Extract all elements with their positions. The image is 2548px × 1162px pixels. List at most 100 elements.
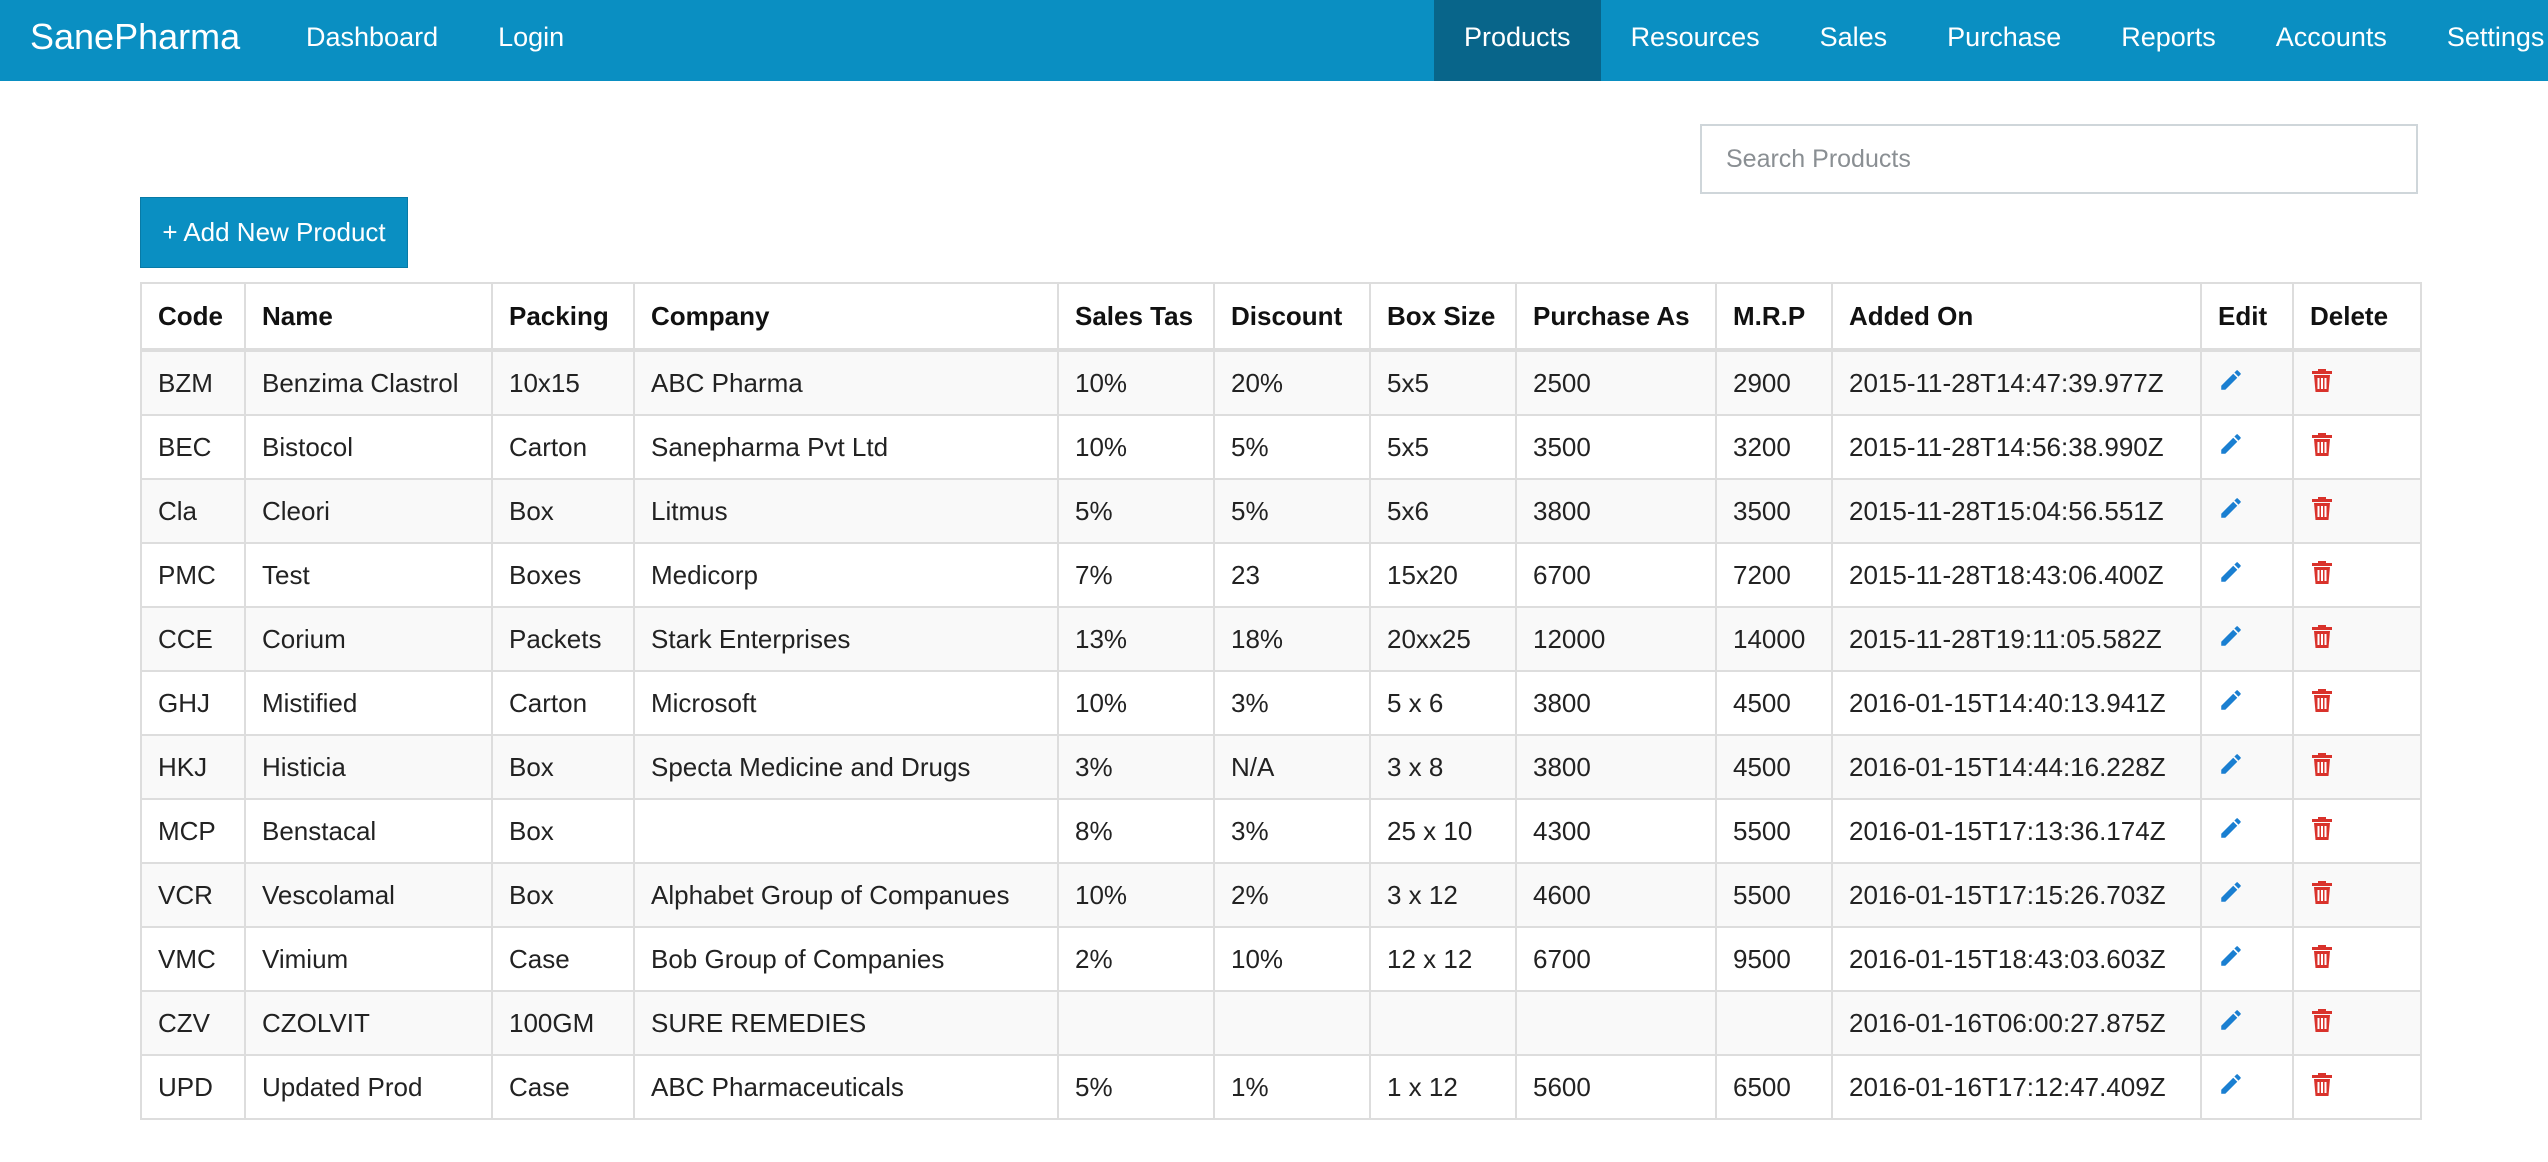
box-size-cell: 5 x 6 bbox=[1369, 670, 1517, 736]
nav-item-settings[interactable]: Settings bbox=[2417, 0, 2548, 81]
sales-tax-cell: 10% bbox=[1057, 349, 1215, 416]
edit-cell bbox=[2200, 990, 2294, 1056]
packing-cell: Box bbox=[491, 734, 635, 800]
discount-cell: 3% bbox=[1213, 798, 1371, 864]
trash-icon[interactable] bbox=[2310, 431, 2334, 457]
column-header[interactable]: Discount bbox=[1213, 282, 1371, 352]
sales-tax-cell: 8% bbox=[1057, 798, 1215, 864]
column-header[interactable]: Packing bbox=[491, 282, 635, 352]
code-cell: Cla bbox=[140, 478, 246, 544]
nav-item-purchase[interactable]: Purchase bbox=[1917, 0, 2091, 81]
table-row: HKJ Histicia Box Specta Medicine and Drugs 3… bbox=[140, 734, 2422, 800]
trash-icon[interactable] bbox=[2310, 495, 2334, 521]
edit-cell bbox=[2200, 478, 2294, 544]
nav-item-dashboard[interactable]: Dashboard bbox=[306, 0, 438, 74]
purchase-as-cell: 12000 bbox=[1515, 606, 1717, 672]
discount-cell: 3% bbox=[1213, 670, 1371, 736]
nav-item-resources[interactable]: Resources bbox=[1601, 0, 1790, 81]
purchase-as-cell: 6700 bbox=[1515, 542, 1717, 608]
pencil-icon[interactable] bbox=[2218, 687, 2244, 713]
edit-cell bbox=[2200, 542, 2294, 608]
nav-item-accounts[interactable]: Accounts bbox=[2246, 0, 2417, 81]
purchase-as-cell bbox=[1515, 990, 1717, 1056]
edit-cell bbox=[2200, 1054, 2294, 1120]
discount-cell bbox=[1213, 990, 1371, 1056]
column-header[interactable]: Purchase As bbox=[1515, 282, 1717, 352]
column-header[interactable]: Code bbox=[140, 282, 246, 352]
added-on-cell: 2016-01-15T18:43:03.603Z bbox=[1831, 926, 2202, 992]
pencil-icon[interactable] bbox=[2218, 1007, 2244, 1033]
pencil-icon[interactable] bbox=[2218, 815, 2244, 841]
company-cell: SURE REMEDIES bbox=[633, 990, 1059, 1056]
purchase-as-cell: 3800 bbox=[1515, 478, 1717, 544]
search-input[interactable] bbox=[1700, 124, 2418, 194]
column-header[interactable]: Added On bbox=[1831, 282, 2202, 352]
purchase-as-cell: 3500 bbox=[1515, 414, 1717, 480]
trash-icon[interactable] bbox=[2310, 751, 2334, 777]
sales-tax-cell: 5% bbox=[1057, 1054, 1215, 1120]
nav-right: Products Resources Sales Purchase Report… bbox=[1434, 0, 2548, 81]
trash-icon[interactable] bbox=[2310, 623, 2334, 649]
pencil-icon[interactable] bbox=[2218, 623, 2244, 649]
table-row: BEC Bistocol Carton Sanepharma Pvt Ltd 10% 5%… bbox=[140, 414, 2422, 480]
packing-cell: Packets bbox=[491, 606, 635, 672]
column-header[interactable]: Box Size bbox=[1369, 282, 1517, 352]
nav-item-products[interactable]: Products bbox=[1434, 0, 1601, 81]
pencil-icon[interactable] bbox=[2218, 431, 2244, 457]
mrp-cell: 5500 bbox=[1715, 862, 1833, 928]
edit-cell bbox=[2200, 349, 2294, 416]
nav-item-sales[interactable]: Sales bbox=[1790, 0, 1918, 81]
discount-cell: 23 bbox=[1213, 542, 1371, 608]
sales-tax-cell: 13% bbox=[1057, 606, 1215, 672]
table-row: VMC Vimium Case Bob Group of Companies 2% 10%… bbox=[140, 926, 2422, 992]
column-header[interactable]: M.R.P bbox=[1715, 282, 1833, 352]
column-header[interactable]: Company bbox=[633, 282, 1059, 352]
column-header[interactable]: Sales Tas bbox=[1057, 282, 1215, 352]
pencil-icon[interactable] bbox=[2218, 879, 2244, 905]
sales-tax-cell: 2% bbox=[1057, 926, 1215, 992]
purchase-as-cell: 4600 bbox=[1515, 862, 1717, 928]
column-header[interactable]: Name bbox=[244, 282, 493, 352]
edit-cell bbox=[2200, 670, 2294, 736]
mrp-cell: 7200 bbox=[1715, 542, 1833, 608]
pencil-icon[interactable] bbox=[2218, 367, 2244, 393]
box-size-cell: 25 x 10 bbox=[1369, 798, 1517, 864]
purchase-as-cell: 3800 bbox=[1515, 670, 1717, 736]
settings-label: Settings bbox=[2446, 22, 2545, 52]
delete-cell bbox=[2292, 349, 2422, 416]
discount-cell: 5% bbox=[1213, 478, 1371, 544]
code-cell: MCP bbox=[140, 798, 246, 864]
pencil-icon[interactable] bbox=[2218, 943, 2244, 969]
nav-item-login[interactable]: Login bbox=[498, 0, 564, 74]
discount-cell: 20% bbox=[1213, 349, 1371, 416]
nav-item-reports[interactable]: Reports bbox=[2091, 0, 2246, 81]
packing-cell: Case bbox=[491, 926, 635, 992]
trash-icon[interactable] bbox=[2310, 559, 2334, 585]
name-cell: Vimium bbox=[244, 926, 493, 992]
delete-cell bbox=[2292, 606, 2422, 672]
brand-logo[interactable]: SanePharma bbox=[30, 0, 240, 81]
delete-cell bbox=[2292, 798, 2422, 864]
mrp-cell bbox=[1715, 990, 1833, 1056]
name-cell: Bistocol bbox=[244, 414, 493, 480]
added-on-cell: 2015-11-28T19:11:05.582Z bbox=[1831, 606, 2202, 672]
box-size-cell: 15x20 bbox=[1369, 542, 1517, 608]
code-cell: BZM bbox=[140, 349, 246, 416]
trash-icon[interactable] bbox=[2310, 1071, 2334, 1097]
edit-cell bbox=[2200, 798, 2294, 864]
trash-icon[interactable] bbox=[2310, 1007, 2334, 1033]
trash-icon[interactable] bbox=[2310, 687, 2334, 713]
pencil-icon[interactable] bbox=[2218, 751, 2244, 777]
pencil-icon[interactable] bbox=[2218, 495, 2244, 521]
pencil-icon[interactable] bbox=[2218, 559, 2244, 585]
trash-icon[interactable] bbox=[2310, 879, 2334, 905]
table-row: CCE Corium Packets Stark Enterprises 13% 18% 2… bbox=[140, 606, 2422, 672]
trash-icon[interactable] bbox=[2310, 367, 2334, 393]
add-new-product-button[interactable]: + Add New Product bbox=[140, 197, 408, 268]
table-row: CZV CZOLVIT 100GM SURE REMEDIES 2016-01-16T0… bbox=[140, 990, 2422, 1056]
pencil-icon[interactable] bbox=[2218, 1071, 2244, 1097]
trash-icon[interactable] bbox=[2310, 943, 2334, 969]
sales-tax-cell: 5% bbox=[1057, 478, 1215, 544]
trash-icon[interactable] bbox=[2310, 815, 2334, 841]
purchase-as-cell: 2500 bbox=[1515, 349, 1717, 416]
